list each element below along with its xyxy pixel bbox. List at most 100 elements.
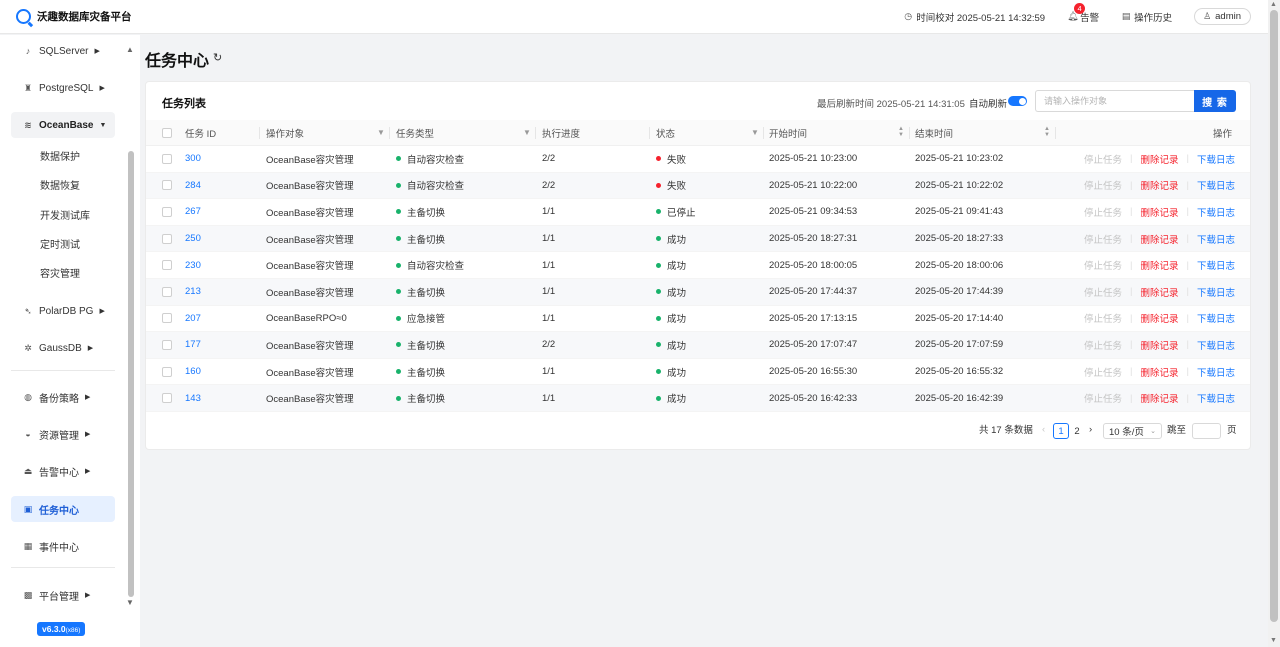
delete-record-button[interactable]: 删除记录	[1140, 285, 1178, 299]
auto-refresh-toggle[interactable]	[1008, 96, 1027, 106]
page-scrollbar[interactable]: ▲ ▼	[1268, 0, 1280, 647]
row-checkbox[interactable]	[162, 359, 172, 385]
sidebar-item-postgresql[interactable]: ♜ PostgreSQL ▶	[11, 75, 115, 101]
sidebar-scrollbar[interactable]: ▲ ▼	[126, 45, 136, 610]
stop-task-button[interactable]: 停止任务	[1084, 258, 1122, 272]
sidebar-sub-data-recovery[interactable]: 数据恢复	[40, 177, 80, 192]
download-log-button[interactable]: 下载日志	[1197, 285, 1235, 299]
download-log-button[interactable]: 下载日志	[1197, 258, 1235, 272]
sidebar-item-resource[interactable]: ◒ 资源管理 ▶	[11, 421, 115, 447]
row-checkbox[interactable]	[162, 332, 172, 358]
task-id-link[interactable]: 213	[185, 279, 201, 305]
alerts-button[interactable]: 🔔︎ 4 告警	[1067, 2, 1099, 24]
delete-record-button[interactable]: 删除记录	[1140, 338, 1178, 352]
search-input[interactable]	[1035, 90, 1195, 112]
gaussdb-icon: ✲	[24, 342, 32, 353]
task-id-link[interactable]: 230	[185, 252, 201, 278]
sidebar-item-event-center[interactable]: ▦ 事件中心	[11, 533, 115, 559]
delete-record-button[interactable]: 删除记录	[1140, 365, 1178, 379]
task-id-link[interactable]: 300	[185, 146, 201, 172]
sidebar-item-task-center[interactable]: ▣ 任务中心	[11, 496, 115, 522]
row-checkbox[interactable]	[162, 226, 172, 252]
delete-record-button[interactable]: 删除记录	[1140, 178, 1178, 192]
filter-icon[interactable]: ▼	[377, 128, 385, 137]
scroll-down-icon[interactable]: ▼	[126, 598, 134, 607]
row-checkbox[interactable]	[162, 199, 172, 225]
delete-record-button[interactable]: 删除记录	[1140, 232, 1178, 246]
app-logo[interactable]: 沃趣数据库灾备平台	[16, 9, 132, 24]
download-log-button[interactable]: 下载日志	[1197, 365, 1235, 379]
sidebar-sub-scheduled-test[interactable]: 定时测试	[40, 236, 80, 251]
stop-task-button[interactable]: 停止任务	[1084, 205, 1122, 219]
type-dot-icon	[396, 315, 401, 321]
user-menu-button[interactable]: ♙ admin	[1194, 8, 1251, 25]
select-all-checkbox[interactable]	[162, 120, 172, 145]
prev-page-icon[interactable]: ‹	[1042, 421, 1045, 437]
sort-icon[interactable]: ▲ ▼	[898, 126, 904, 138]
page-size-select[interactable]: 10 条/页 ⌄	[1103, 423, 1162, 439]
sidebar-sub-dr-management[interactable]: 容灾管理	[40, 265, 80, 280]
page-2-button[interactable]: 2	[1069, 423, 1085, 439]
task-id-link[interactable]: 284	[185, 173, 201, 199]
refresh-icon[interactable]: ↻	[213, 51, 222, 64]
task-id-link[interactable]: 177	[185, 332, 201, 358]
time-sync[interactable]: ◷ 时间校对 2025-05-21 14:32:59	[903, 10, 1045, 24]
row-checkbox[interactable]	[162, 306, 172, 332]
task-id-link[interactable]: 160	[185, 359, 201, 385]
row-checkbox[interactable]	[162, 385, 172, 411]
stop-task-button[interactable]: 停止任务	[1084, 178, 1122, 192]
sidebar-item-oceanbase[interactable]: ≋ OceanBase ▼	[11, 112, 115, 138]
download-log-button[interactable]: 下载日志	[1197, 311, 1235, 325]
stop-task-button[interactable]: 停止任务	[1084, 285, 1122, 299]
filter-icon[interactable]: ▼	[523, 128, 531, 137]
caret-down-icon: ▼	[99, 121, 107, 129]
delete-record-button[interactable]: 删除记录	[1140, 311, 1178, 325]
download-log-button[interactable]: 下载日志	[1197, 152, 1235, 166]
download-log-button[interactable]: 下载日志	[1197, 391, 1235, 405]
jump-page-input[interactable]	[1192, 423, 1221, 439]
stop-task-button[interactable]: 停止任务	[1084, 338, 1122, 352]
download-log-button[interactable]: 下载日志	[1197, 232, 1235, 246]
task-end-time: 2025-05-20 18:00:06	[915, 259, 1004, 271]
sidebar-sub-dev-test-db[interactable]: 开发测试库	[40, 207, 90, 222]
delete-record-button[interactable]: 删除记录	[1140, 258, 1178, 272]
scroll-down-icon[interactable]: ▼	[1270, 637, 1277, 644]
filter-icon[interactable]: ▼	[751, 128, 759, 137]
sidebar-item-backup-policy[interactable]: ◍ 备份策略 ▶	[11, 384, 115, 410]
download-log-button[interactable]: 下载日志	[1197, 205, 1235, 219]
sidebar-item-sqlserver[interactable]: ♪ SQLServer ▶	[11, 38, 115, 64]
delete-record-button[interactable]: 删除记录	[1140, 391, 1178, 405]
stop-task-button[interactable]: 停止任务	[1084, 365, 1122, 379]
download-log-button[interactable]: 下载日志	[1197, 178, 1235, 192]
download-log-button[interactable]: 下载日志	[1197, 338, 1235, 352]
row-checkbox[interactable]	[162, 252, 172, 278]
row-checkbox[interactable]	[162, 146, 172, 172]
alarm-icon: ⏏	[23, 465, 33, 476]
stop-task-button[interactable]: 停止任务	[1084, 152, 1122, 166]
scroll-up-icon[interactable]: ▲	[126, 45, 134, 54]
row-checkbox[interactable]	[162, 173, 172, 199]
stop-task-button[interactable]: 停止任务	[1084, 391, 1122, 405]
sidebar-item-platform[interactable]: ▩ 平台管理 ▶	[11, 582, 115, 608]
stop-task-button[interactable]: 停止任务	[1084, 311, 1122, 325]
scroll-up-icon[interactable]: ▲	[1270, 1, 1277, 8]
row-checkbox[interactable]	[162, 279, 172, 305]
sort-icon[interactable]: ▲ ▼	[1044, 126, 1050, 138]
task-id-link[interactable]: 207	[185, 306, 201, 332]
delete-record-button[interactable]: 删除记录	[1140, 205, 1178, 219]
sidebar-item-polardb[interactable]: ➴ PolarDB PG ▶	[11, 298, 115, 324]
sidebar-item-gaussdb[interactable]: ✲ GaussDB ▶	[11, 335, 115, 361]
search-button[interactable]: 搜 索	[1194, 90, 1236, 112]
task-id-link[interactable]: 267	[185, 199, 201, 225]
next-page-icon[interactable]: ›	[1089, 421, 1092, 437]
page-scroll-thumb[interactable]	[1270, 10, 1278, 622]
delete-record-button[interactable]: 删除记录	[1140, 152, 1178, 166]
stop-task-button[interactable]: 停止任务	[1084, 232, 1122, 246]
page-1-button[interactable]: 1	[1053, 423, 1069, 439]
task-id-link[interactable]: 143	[185, 385, 201, 411]
sidebar-scroll-thumb[interactable]	[128, 151, 134, 597]
task-id-link[interactable]: 250	[185, 226, 201, 252]
sidebar-item-alarm[interactable]: ⏏ 告警中心 ▶	[11, 458, 115, 484]
history-button[interactable]: ▤ 操作历史	[1121, 10, 1172, 24]
sidebar-sub-data-protection[interactable]: 数据保护	[40, 148, 80, 163]
